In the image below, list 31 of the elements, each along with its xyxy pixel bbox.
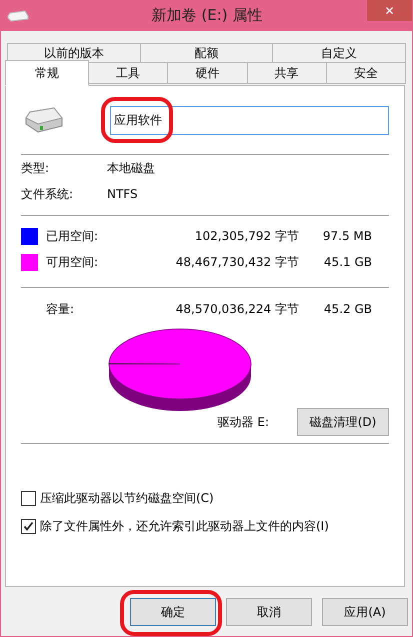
field-label: 类型: bbox=[21, 160, 50, 176]
checkbox[interactable] bbox=[21, 491, 36, 506]
field-label: 文件系统: bbox=[21, 186, 74, 202]
dialog-button[interactable]: 应用(A) bbox=[322, 598, 408, 626]
check-icon bbox=[23, 521, 34, 532]
checkbox-label: 压缩此驱动器以节约磁盘空间(C) bbox=[40, 490, 214, 507]
checkbox-label: 除了文件属性外，还允许索引此驱动器上文件的内容(I) bbox=[40, 518, 329, 535]
byte-count: 48,467,730,432 字节 bbox=[174, 254, 299, 270]
field-label: 容量: bbox=[45, 300, 76, 318]
dialog-button[interactable]: 确定 bbox=[130, 598, 216, 626]
tab[interactable]: 安全 bbox=[326, 62, 406, 84]
window-title: 新加卷 (E:) 属性 bbox=[150, 6, 264, 25]
tab[interactable]: 常规 bbox=[5, 60, 89, 86]
field-label: 已用空间: bbox=[46, 228, 100, 244]
dialog-button[interactable]: 取消 bbox=[226, 598, 312, 626]
field-value: 本地磁盘 bbox=[107, 160, 155, 176]
disk-cleanup-button[interactable]: 磁盘清理(D) bbox=[297, 408, 389, 436]
size-value: 45.1 GB bbox=[322, 255, 372, 269]
drive-label: 驱动器 E: bbox=[218, 414, 269, 430]
size-value: 97.5 MB bbox=[322, 229, 372, 243]
close-button[interactable]: ✕ bbox=[367, 0, 412, 21]
checkbox[interactable] bbox=[21, 519, 36, 534]
field-value: NTFS bbox=[107, 187, 138, 201]
tab[interactable]: 自定义 bbox=[272, 43, 406, 63]
drive-icon bbox=[24, 106, 64, 134]
name-field[interactable]: 应用软件 bbox=[110, 106, 389, 134]
field-label: 可用空间: bbox=[46, 254, 100, 270]
byte-count: 102,305,792 字节 bbox=[194, 228, 299, 244]
size-value: 45.2 GB bbox=[322, 302, 372, 316]
byte-count: 48,570,036,224 字节 bbox=[174, 300, 299, 318]
drive-icon bbox=[7, 10, 29, 22]
